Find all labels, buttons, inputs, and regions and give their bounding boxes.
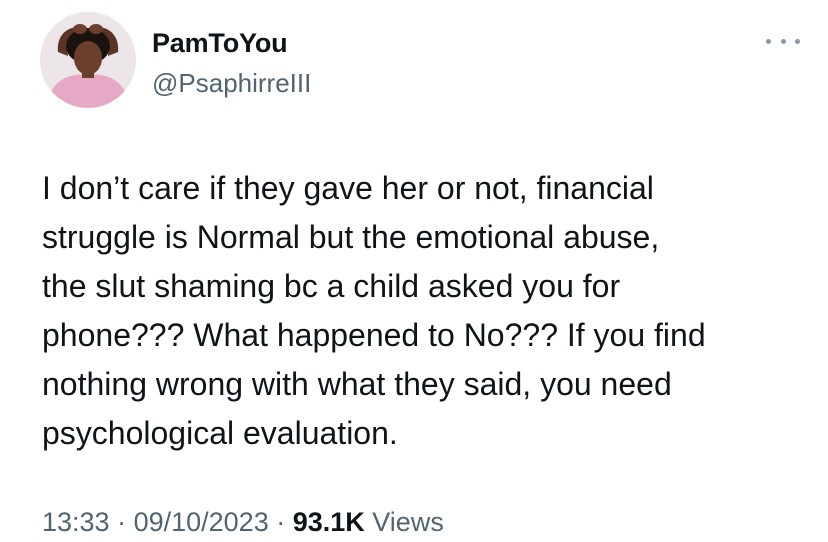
user-handle[interactable]: @PsaphirreIII — [152, 66, 311, 100]
display-name[interactable]: PamToYou — [152, 26, 311, 60]
more-horizontal-icon[interactable] — [766, 34, 800, 48]
tweet-text: I don’t care if they gave her or not, fi… — [42, 170, 706, 451]
meta-separator: · — [268, 507, 293, 537]
meta-separator: · — [109, 507, 134, 537]
avatar-image — [40, 12, 136, 108]
views-count[interactable]: 93.1K — [293, 507, 365, 537]
user-names: PamToYou @PsaphirreIII — [152, 26, 311, 100]
dot-icon — [780, 38, 786, 44]
tweet-card: PamToYou @PsaphirreIII I don’t care if t… — [0, 0, 828, 542]
tweet-header: PamToYou @PsaphirreIII — [40, 12, 800, 112]
tweet-time[interactable]: 13:33 — [42, 507, 110, 537]
tweet-date[interactable]: 09/10/2023 — [134, 507, 269, 537]
views-label: Views — [364, 507, 444, 537]
dot-icon — [795, 38, 800, 44]
tweet-meta: 13:33 · 09/10/2023 · 93.1K Views — [42, 505, 444, 539]
avatar[interactable] — [40, 12, 136, 108]
dot-icon — [766, 38, 771, 44]
